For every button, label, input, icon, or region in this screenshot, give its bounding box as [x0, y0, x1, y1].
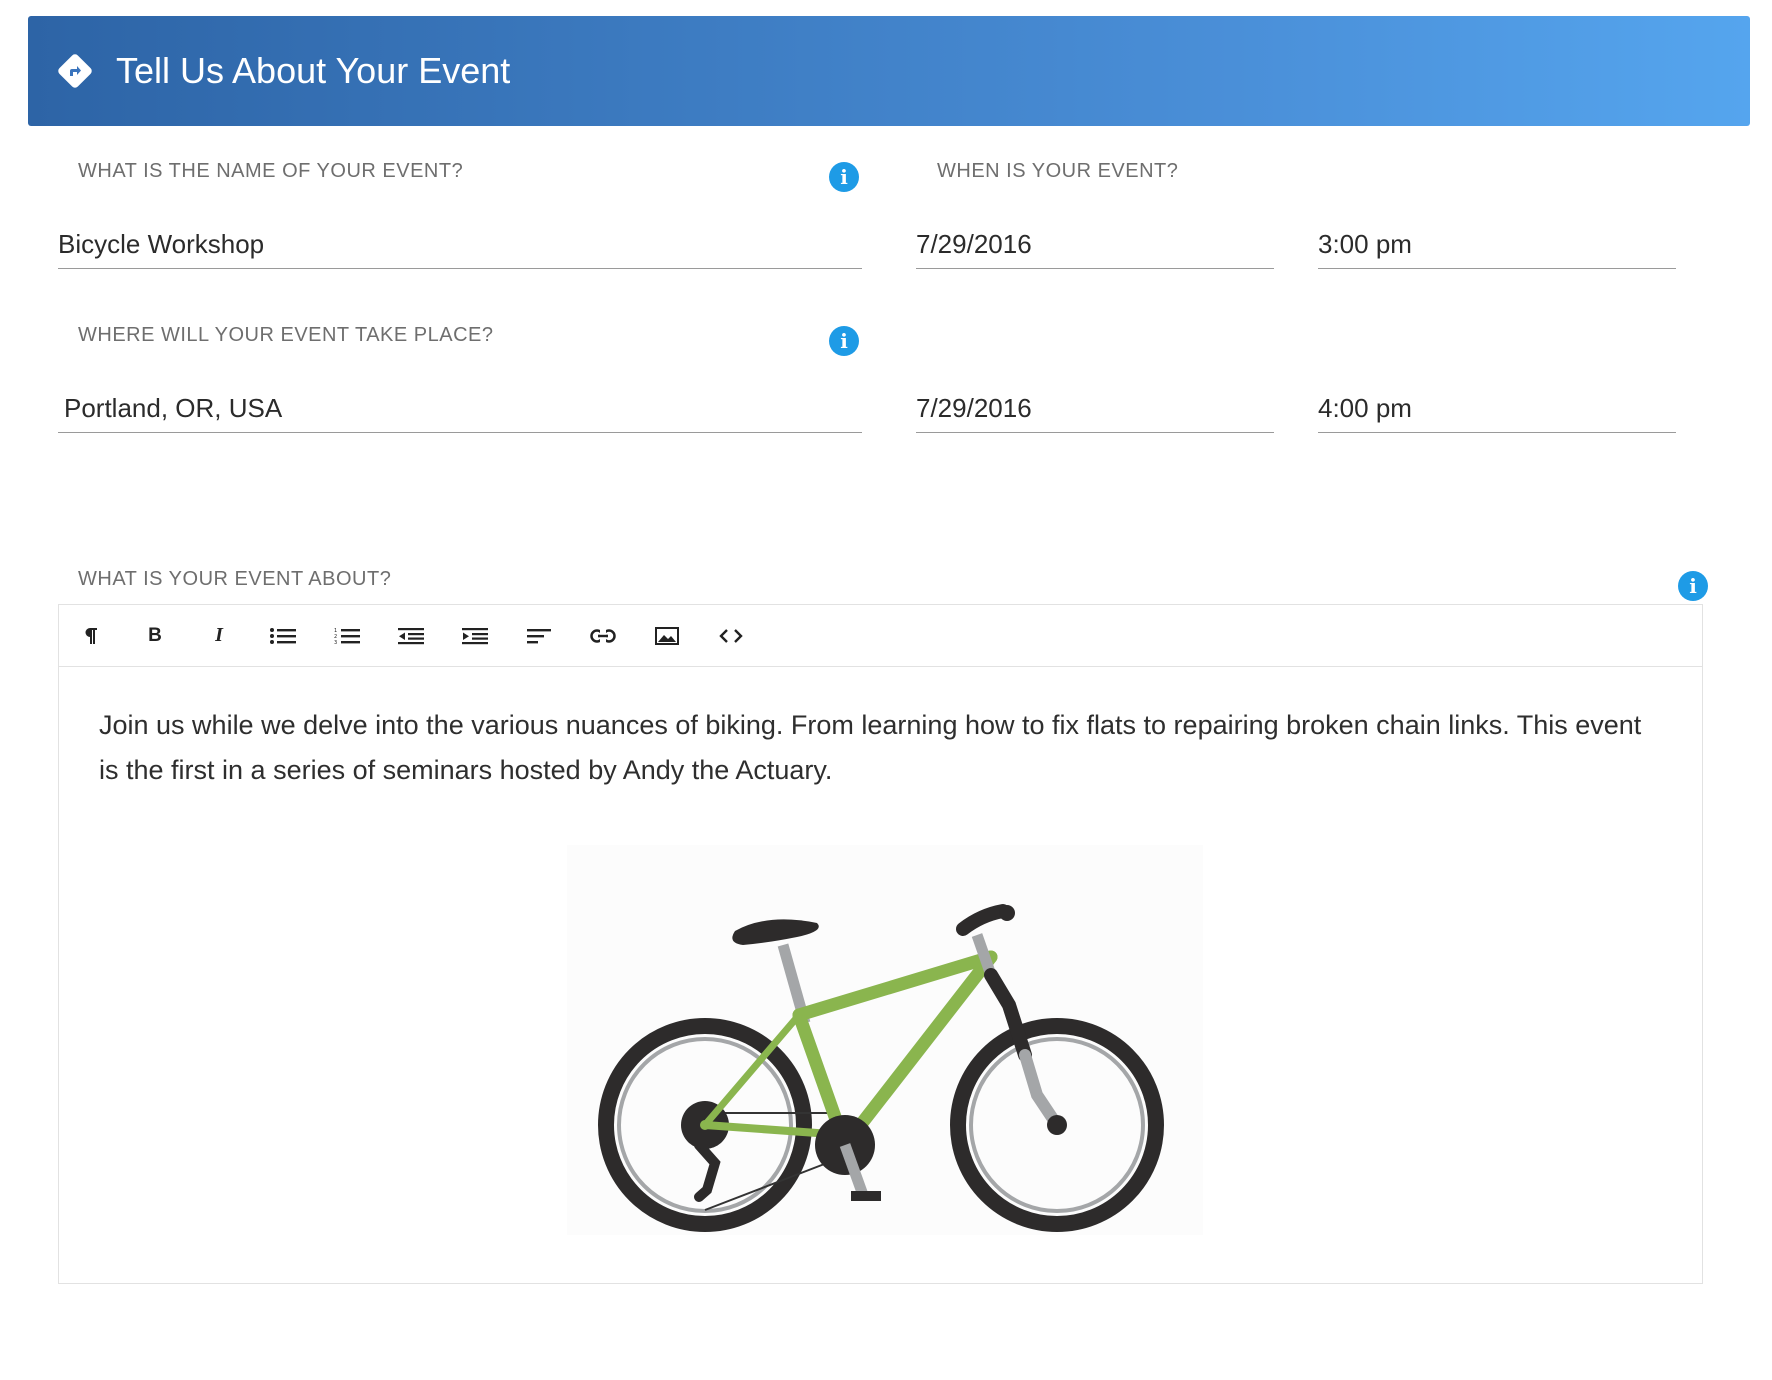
event-location-input[interactable]: Portland, OR, USA [58, 384, 862, 433]
align-left-icon[interactable] [507, 605, 571, 666]
editor-content[interactable]: Join us while we delve into the various … [59, 667, 1702, 793]
start-time-input[interactable]: 3:00 pm [1318, 220, 1676, 269]
event-description: Join us while we delve into the various … [99, 710, 1642, 785]
bulleted-list-icon[interactable] [251, 605, 315, 666]
event-name-input[interactable]: Bicycle Workshop [58, 220, 862, 269]
start-date-input[interactable]: 7/29/2016 [916, 220, 1274, 269]
bicycle-image [567, 845, 1203, 1235]
paragraph-icon[interactable] [59, 605, 123, 666]
event-about-label: WHAT IS YOUR EVENT ABOUT? [78, 568, 392, 590]
event-name-label: WHAT IS THE NAME OF YOUR EVENT? [78, 160, 464, 182]
info-icon[interactable]: i [829, 162, 859, 192]
info-icon[interactable]: i [1678, 571, 1708, 601]
editor-toolbar: B I 123 [59, 605, 1702, 667]
image-icon[interactable] [635, 605, 699, 666]
rich-text-editor[interactable]: B I 123 Join us while we delve into the … [58, 604, 1703, 1284]
directions-icon [56, 52, 94, 90]
event-when-label: WHEN IS YOUR EVENT? [937, 160, 1179, 182]
page-header: Tell Us About Your Event [28, 16, 1750, 126]
indent-icon[interactable] [443, 605, 507, 666]
info-icon[interactable]: i [829, 326, 859, 356]
outdent-icon[interactable] [379, 605, 443, 666]
code-icon[interactable] [699, 605, 763, 666]
end-date-input[interactable]: 7/29/2016 [916, 384, 1274, 433]
link-icon[interactable] [571, 605, 635, 666]
end-time-input[interactable]: 4:00 pm [1318, 384, 1676, 433]
page-title: Tell Us About Your Event [116, 50, 511, 91]
numbered-list-icon[interactable]: 123 [315, 605, 379, 666]
italic-icon[interactable]: I [187, 605, 251, 666]
bold-icon[interactable]: B [123, 605, 187, 666]
svg-text:3: 3 [334, 640, 337, 645]
event-location-label: WHERE WILL YOUR EVENT TAKE PLACE? [78, 324, 494, 346]
